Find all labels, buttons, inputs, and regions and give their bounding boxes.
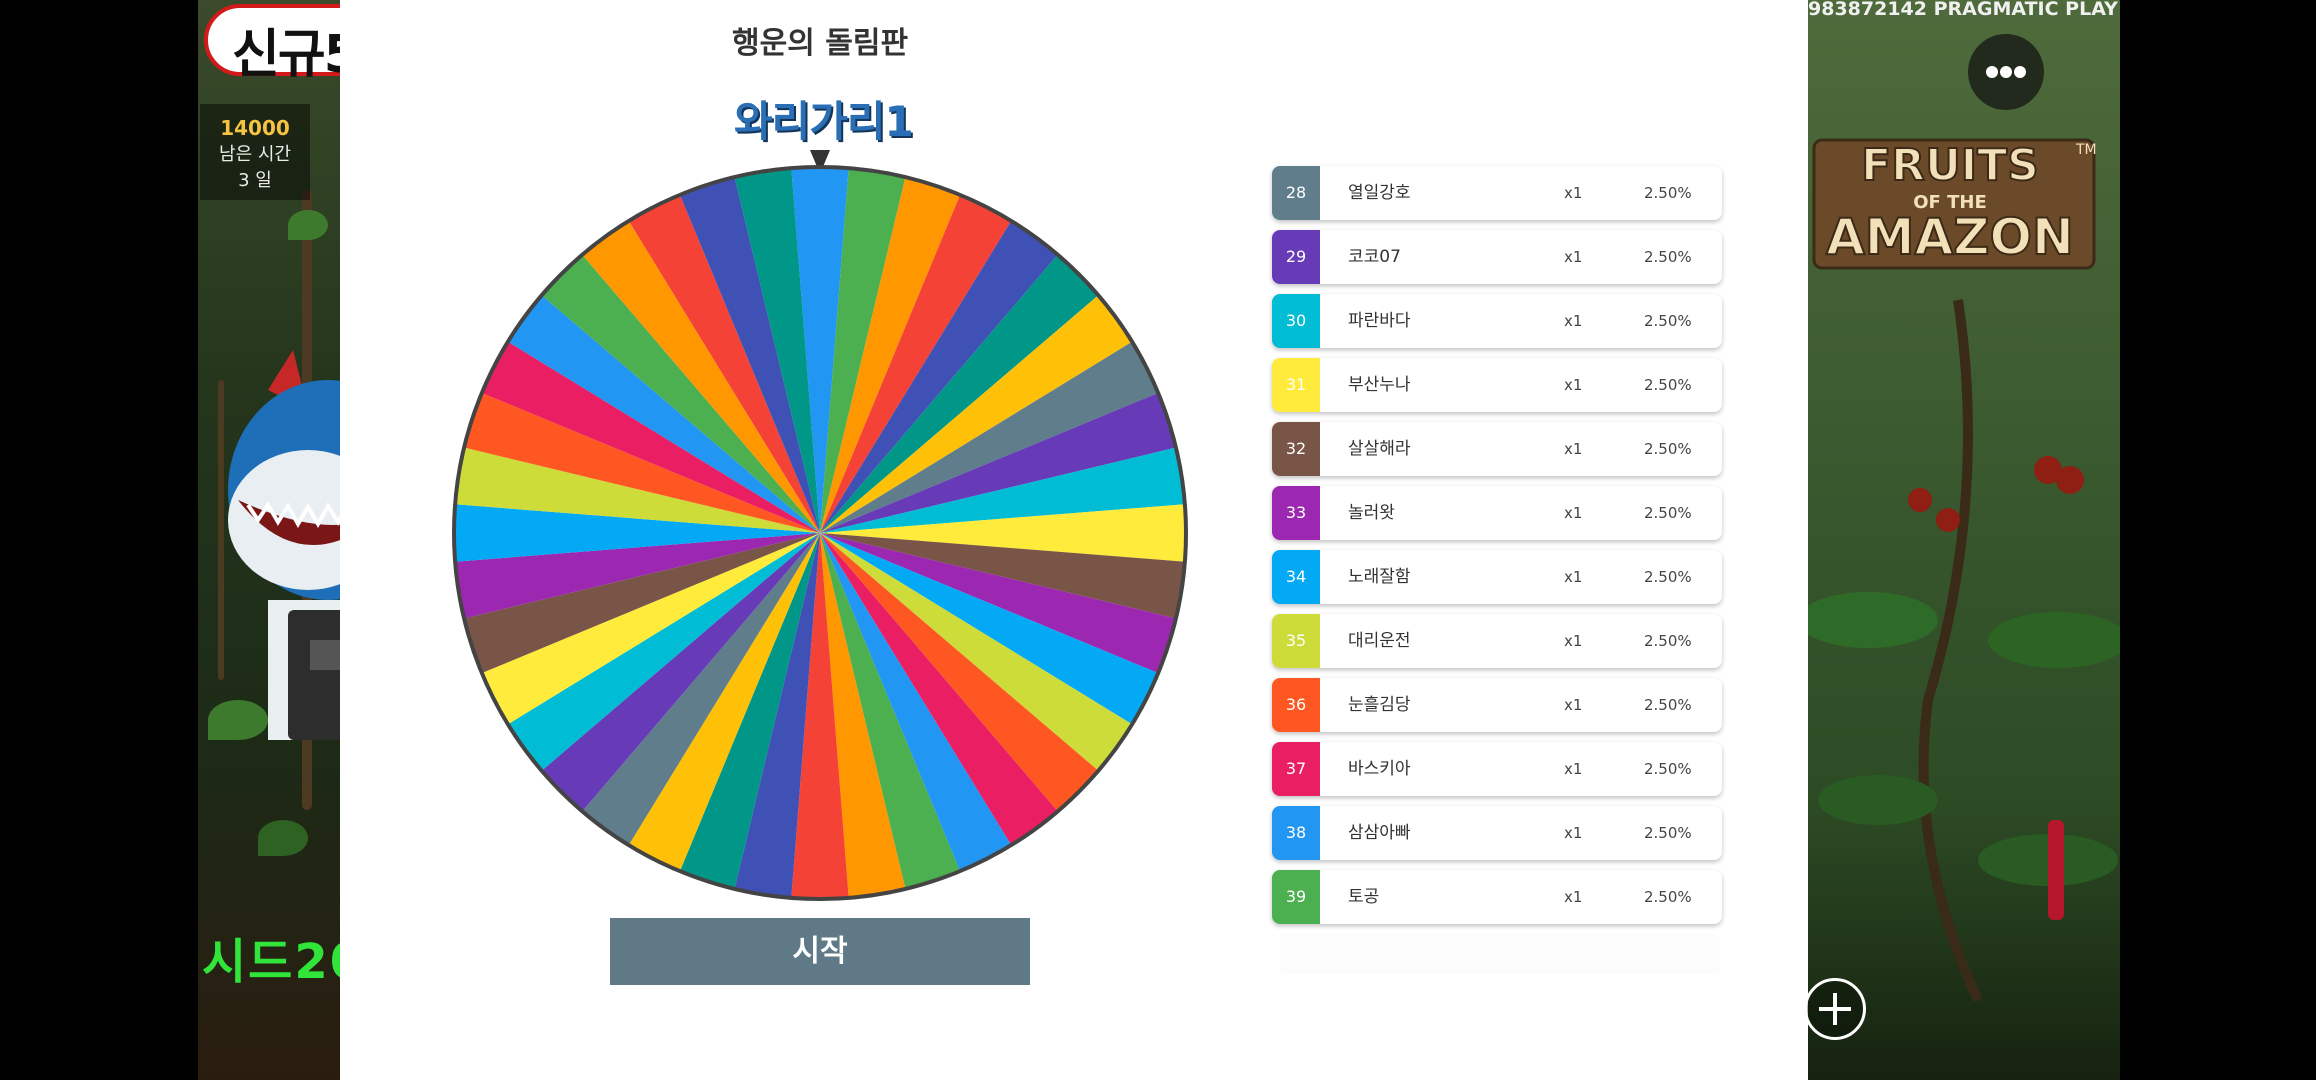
row-percentage: 2.50% [1644, 376, 1692, 394]
logo-tm: TM [2075, 142, 2097, 158]
row-name: 파란바다 [1348, 311, 1411, 331]
score-panel: 14000 남은 시간 3 일 [200, 104, 310, 200]
row-percentage: 2.50% [1644, 888, 1692, 906]
row-number: 30 [1272, 294, 1320, 348]
list-item[interactable]: 30 파란바다 x1 2.50% [1272, 294, 1722, 348]
row-multiplier: x1 [1564, 824, 1583, 842]
start-button[interactable]: 시작 [610, 918, 1030, 985]
game-id-text: 983872142 PRAGMATIC PLAY [1808, 0, 2118, 20]
row-multiplier: x1 [1564, 312, 1583, 330]
row-multiplier: x1 [1564, 440, 1583, 458]
row-percentage: 2.50% [1644, 760, 1692, 778]
list-item[interactable]: 28 열일강호 x1 2.50% [1272, 166, 1722, 220]
row-percentage: 2.50% [1644, 696, 1692, 714]
row-multiplier: x1 [1564, 760, 1583, 778]
list-item[interactable]: 36 눈흘김당 x1 2.50% [1272, 678, 1722, 732]
row-number: 32 [1272, 422, 1320, 476]
row-number: 36 [1272, 678, 1320, 732]
row-name: 대리운전 [1348, 631, 1411, 651]
row-multiplier: x1 [1564, 696, 1583, 714]
row-multiplier: x1 [1564, 376, 1583, 394]
row-number: 38 [1272, 806, 1320, 860]
row-name: 토공 [1348, 887, 1380, 907]
time-label: 남은 시간 [219, 144, 291, 165]
row-multiplier: x1 [1564, 632, 1583, 650]
row-number: 35 [1272, 614, 1320, 668]
logo-line3: AMAZON [1826, 208, 2074, 266]
row-name: 놀러왓 [1348, 503, 1395, 523]
list-item[interactable]: 38 삼삼아빠 x1 2.50% [1272, 806, 1722, 860]
row-number: 34 [1272, 550, 1320, 604]
row-percentage: 2.50% [1644, 312, 1692, 330]
list-item[interactable]: 29 코코07 x1 2.50% [1272, 230, 1722, 284]
list-item[interactable]: 34 노래잘함 x1 2.50% [1272, 550, 1722, 604]
logo-line1: FRUITS [1861, 140, 2039, 191]
row-name: 눈흘김당 [1348, 695, 1411, 715]
row-name: 삼삼아빠 [1348, 823, 1411, 843]
row-name: 부산누나 [1348, 375, 1411, 395]
score-value: 14000 [220, 116, 290, 140]
row-number: 33 [1272, 486, 1320, 540]
list-item[interactable]: 32 살살해라 x1 2.50% [1272, 422, 1722, 476]
row-name: 열일강호 [1348, 183, 1411, 203]
winner-label: 와리가리1 [734, 97, 914, 146]
row-percentage: 2.50% [1644, 248, 1692, 266]
row-percentage: 2.50% [1644, 504, 1692, 522]
row-number: 39 [1272, 870, 1320, 924]
fruits-of-the-amazon-logo: FRUITS TM OF THE AMAZON [1812, 138, 2097, 270]
wheel-title: 행운의 돌림판 [732, 26, 909, 61]
row-percentage: 2.50% [1644, 568, 1692, 586]
row-name: 코코07 [1348, 247, 1401, 267]
time-value: 3 일 [238, 170, 272, 191]
roulette-wheel[interactable] [450, 163, 1190, 903]
row-number: 29 [1272, 230, 1320, 284]
list-item[interactable]: 39 토공 x1 2.50% [1272, 870, 1722, 924]
more-icon [1986, 66, 2026, 78]
row-multiplier: x1 [1564, 888, 1583, 906]
row-number: 37 [1272, 742, 1320, 796]
more-menu-button[interactable] [1968, 34, 2044, 110]
row-multiplier: x1 [1564, 248, 1583, 266]
row-percentage: 2.50% [1644, 184, 1692, 202]
plus-icon [1819, 993, 1851, 1025]
row-multiplier: x1 [1564, 568, 1583, 586]
list-item[interactable]: 33 놀러왓 x1 2.50% [1272, 486, 1722, 540]
row-percentage: 2.50% [1644, 440, 1692, 458]
row-percentage: 2.50% [1644, 632, 1692, 650]
list-item[interactable]: 37 바스키아 x1 2.50% [1272, 742, 1722, 796]
row-name: 바스키아 [1348, 759, 1411, 779]
row-percentage: 2.50% [1644, 824, 1692, 842]
list-item[interactable]: 31 부산누나 x1 2.50% [1272, 358, 1722, 412]
row-number: 31 [1272, 358, 1320, 412]
row-multiplier: x1 [1564, 504, 1583, 522]
row-multiplier: x1 [1564, 184, 1583, 202]
row-name: 노래잘함 [1348, 567, 1411, 587]
list-item[interactable]: 35 대리운전 x1 2.50% [1272, 614, 1722, 668]
list-item-faded [1280, 934, 1720, 974]
row-name: 살살해라 [1348, 439, 1411, 459]
add-button[interactable] [1804, 978, 1866, 1040]
row-number: 28 [1272, 166, 1320, 220]
